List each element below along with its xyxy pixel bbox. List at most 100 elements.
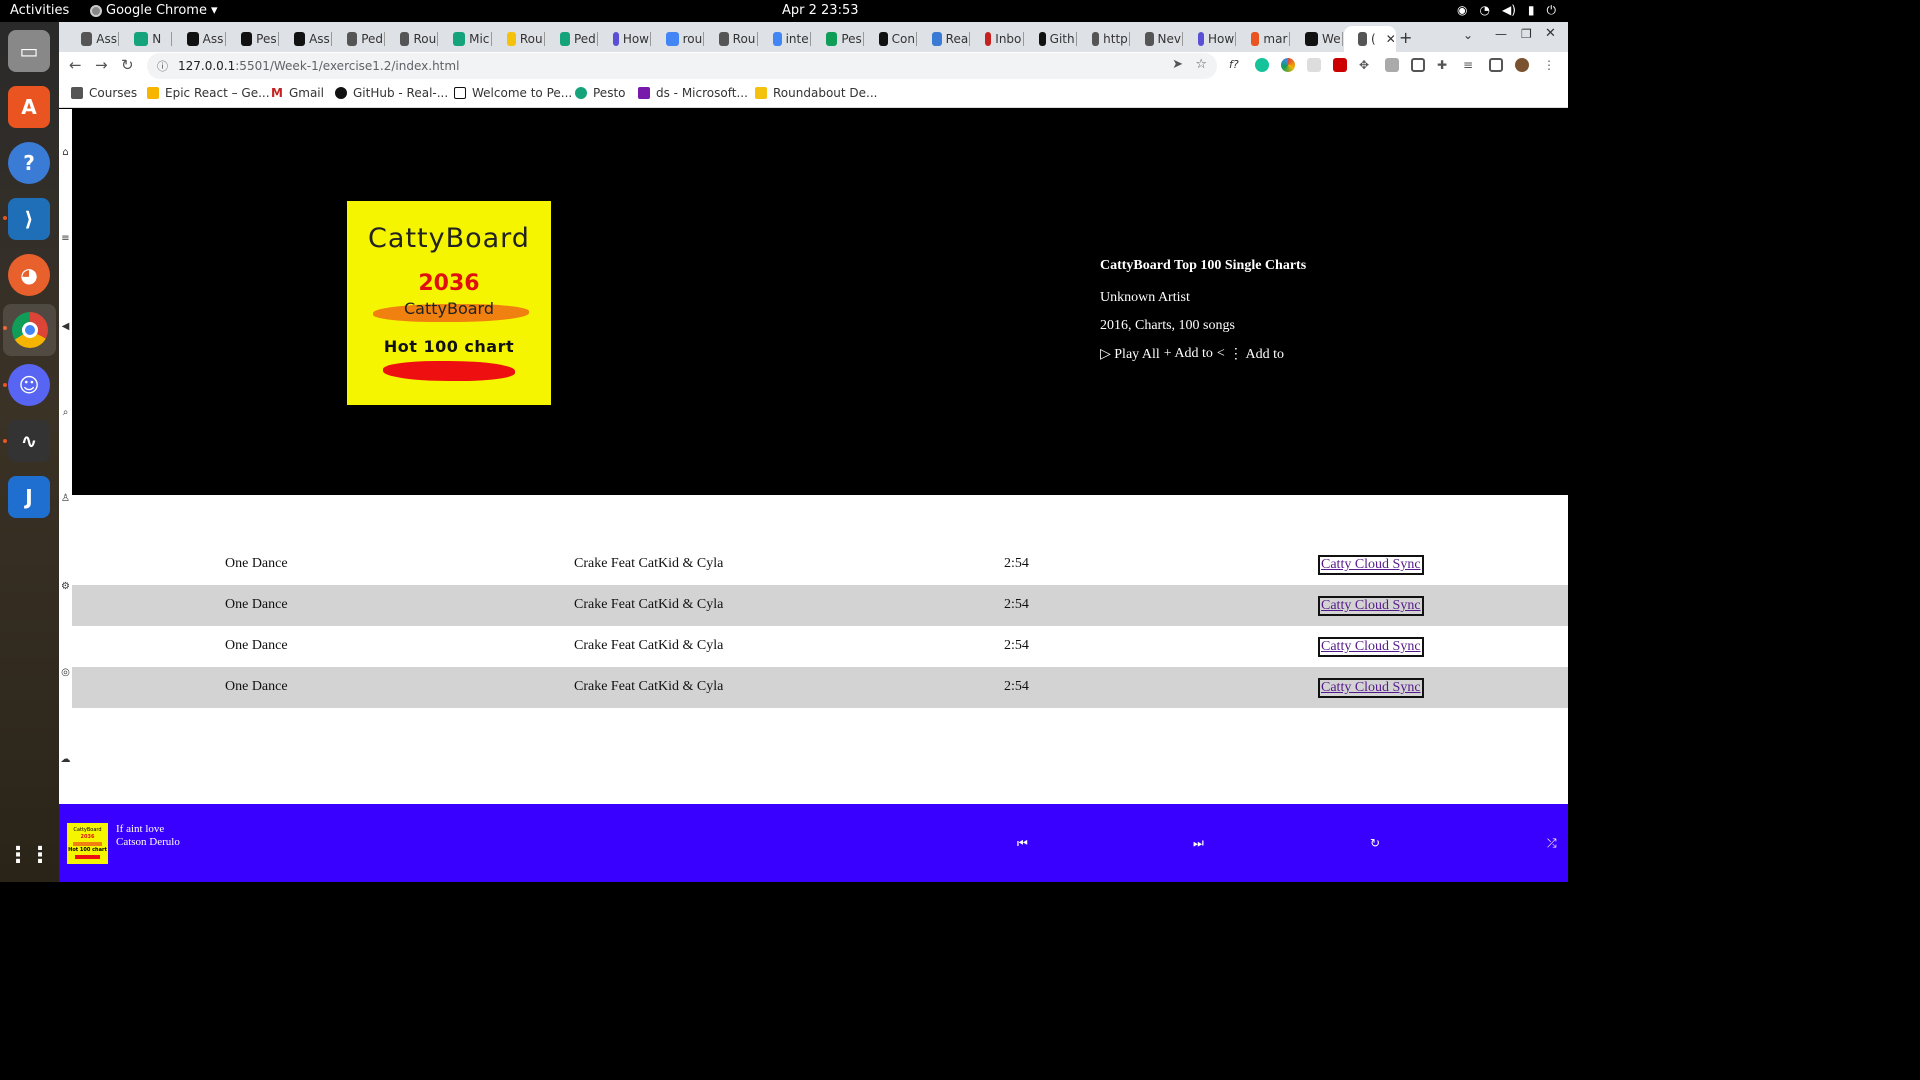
joplin-icon[interactable]: J: [8, 476, 50, 518]
close-tab-icon[interactable]: ✕: [1386, 32, 1396, 46]
speaker-icon[interactable]: ◀: [60, 321, 71, 332]
bookmark-courses[interactable]: Courses: [71, 86, 137, 100]
table-row[interactable]: One Dance Crake Feat CatKid & Cyla 2:54 …: [72, 667, 1568, 708]
bookmark-gmail[interactable]: M Gmail: [271, 86, 324, 100]
shuffle-icon[interactable]: ⤮: [1547, 836, 1557, 851]
cloud-sync-button[interactable]: Catty Cloud Sync: [1318, 596, 1424, 616]
color-extension-icon[interactable]: [1281, 58, 1295, 72]
home-icon[interactable]: ⌂: [60, 147, 71, 158]
reading-list-icon[interactable]: ≡: [1463, 58, 1477, 72]
activities-button[interactable]: Activities: [10, 3, 69, 18]
grammarly-icon[interactable]: [1255, 58, 1269, 72]
cloud-sync-button[interactable]: Catty Cloud Sync: [1318, 555, 1424, 575]
chrome-dock-icon[interactable]: [3, 304, 56, 356]
tab[interactable]: Ped: [546, 26, 596, 52]
radio-icon[interactable]: ◎: [60, 667, 71, 678]
tab[interactable]: Ass: [280, 26, 330, 52]
more-add-to-button[interactable]: ⋮ Add to: [1229, 346, 1284, 363]
tab[interactable]: Ass: [67, 26, 117, 52]
extension-icon[interactable]: [1307, 58, 1321, 72]
show-apps-icon[interactable]: ⋮⋮: [7, 834, 51, 876]
star-icon[interactable]: ☆: [1195, 57, 1207, 72]
tab[interactable]: Ped: [333, 26, 383, 52]
tab[interactable]: (✕: [1343, 26, 1396, 52]
bookmark-welcome[interactable]: Welcome to Pe...: [454, 86, 572, 100]
table-row[interactable]: One Dance Crake Feat CatKid & Cyla 2:54 …: [72, 585, 1568, 626]
tab[interactable]: How: [599, 26, 649, 52]
puzzle-icon[interactable]: ✚: [1437, 58, 1451, 72]
cloud-sync-button[interactable]: Catty Cloud Sync: [1318, 637, 1424, 657]
tab[interactable]: We: [1291, 26, 1341, 52]
extension-icon-2[interactable]: [1385, 58, 1399, 72]
tab[interactable]: Mic: [439, 26, 489, 52]
send-icon[interactable]: ➤: [1172, 57, 1183, 72]
user-icon[interactable]: ♙: [60, 493, 71, 504]
play-all-button[interactable]: ▷ Play All: [1100, 346, 1160, 363]
tab[interactable]: Rou: [705, 26, 755, 52]
firefox-icon[interactable]: ◕: [8, 254, 50, 296]
tab[interactable]: mar: [1237, 26, 1287, 52]
screenshot-icon[interactable]: [1411, 58, 1425, 72]
repeat-icon[interactable]: ↻: [1370, 836, 1380, 850]
menu-icon[interactable]: ⋮: [1543, 58, 1557, 72]
skip-next-icon[interactable]: ⏭: [1193, 836, 1204, 851]
search-icon[interactable]: ⌕: [60, 407, 71, 418]
cloud-icon[interactable]: ☁: [60, 754, 71, 765]
list-icon[interactable]: ≡: [60, 233, 71, 244]
formula-extension-icon[interactable]: f?: [1229, 58, 1243, 72]
back-button[interactable]: ←: [69, 56, 82, 74]
tab-search-button[interactable]: ⌄: [1463, 28, 1473, 42]
discord-icon[interactable]: ☺: [8, 364, 50, 406]
bookmark-roundabout[interactable]: Roundabout De...: [755, 86, 877, 100]
maximize-button[interactable]: ❐: [1521, 27, 1532, 41]
tab[interactable]: Rea: [918, 26, 968, 52]
bookmark-ds-microsoft[interactable]: ds - Microsoft...: [638, 86, 748, 100]
tab[interactable]: rou: [652, 26, 702, 52]
reload-button[interactable]: ↻: [121, 56, 134, 74]
tab[interactable]: Rou: [386, 26, 436, 52]
minimize-button[interactable]: —: [1495, 27, 1507, 41]
tab[interactable]: inte: [759, 26, 809, 52]
tab[interactable]: Nev: [1131, 26, 1181, 52]
tab[interactable]: Inbo: [971, 26, 1021, 52]
tab[interactable]: Rou: [493, 26, 543, 52]
address-bar[interactable]: ⓘ 127.0.0.1:5501/Week-1/exercise1.2/inde…: [147, 53, 1217, 79]
tab-label: Rou: [732, 32, 756, 46]
files-icon[interactable]: ▭: [8, 30, 50, 72]
tab[interactable]: Pes: [812, 26, 862, 52]
tab[interactable]: How: [1184, 26, 1234, 52]
cloud-sync-button[interactable]: Catty Cloud Sync: [1318, 678, 1424, 698]
clock[interactable]: Apr 2 23:53: [782, 3, 859, 18]
ublock-icon[interactable]: [1333, 58, 1347, 72]
tab-favicon-icon: [879, 32, 888, 46]
gear-icon[interactable]: ⚙: [60, 581, 71, 592]
tab[interactable]: Pes: [227, 26, 277, 52]
system-monitor-icon[interactable]: ∿: [8, 420, 50, 462]
tab[interactable]: Ass: [173, 26, 223, 52]
profile-avatar[interactable]: [1515, 58, 1529, 72]
site-info-icon[interactable]: ⓘ: [157, 58, 168, 74]
tab[interactable]: http: [1078, 26, 1128, 52]
skip-previous-icon[interactable]: ⏮: [1017, 836, 1028, 851]
new-tab-button[interactable]: +: [1399, 28, 1412, 47]
tab[interactable]: Gith: [1025, 26, 1075, 52]
side-panel-icon[interactable]: [1489, 58, 1503, 72]
help-icon[interactable]: ?: [8, 142, 50, 184]
tab[interactable]: Con: [865, 26, 915, 52]
url-path: :5501/Week-1/exercise1.2/index.html: [235, 59, 460, 73]
app-menu[interactable]: Google Chrome ▾: [90, 3, 218, 18]
bookmark-epic-react[interactable]: Epic React – Ge...: [147, 86, 270, 100]
table-row[interactable]: One Dance Crake Feat CatKid & Cyla 2:54 …: [72, 544, 1568, 585]
bookmark-pesto[interactable]: Pesto: [575, 86, 626, 100]
system-tray[interactable]: ◉ ◔ ◀) ▮ ⏻: [1457, 3, 1556, 18]
share-button[interactable]: <: [1217, 346, 1225, 363]
move-icon[interactable]: ✥: [1359, 58, 1373, 72]
forward-button[interactable]: →: [95, 56, 108, 74]
vscode-icon[interactable]: ⟩: [8, 198, 50, 240]
close-window-button[interactable]: ✕: [1545, 26, 1556, 41]
tab[interactable]: N: [120, 26, 170, 52]
add-to-button[interactable]: + Add to: [1164, 346, 1213, 363]
table-row[interactable]: One Dance Crake Feat CatKid & Cyla 2:54 …: [72, 626, 1568, 667]
bookmark-github[interactable]: GitHub - Real-...: [335, 86, 448, 100]
software-center-icon[interactable]: A: [8, 86, 50, 128]
